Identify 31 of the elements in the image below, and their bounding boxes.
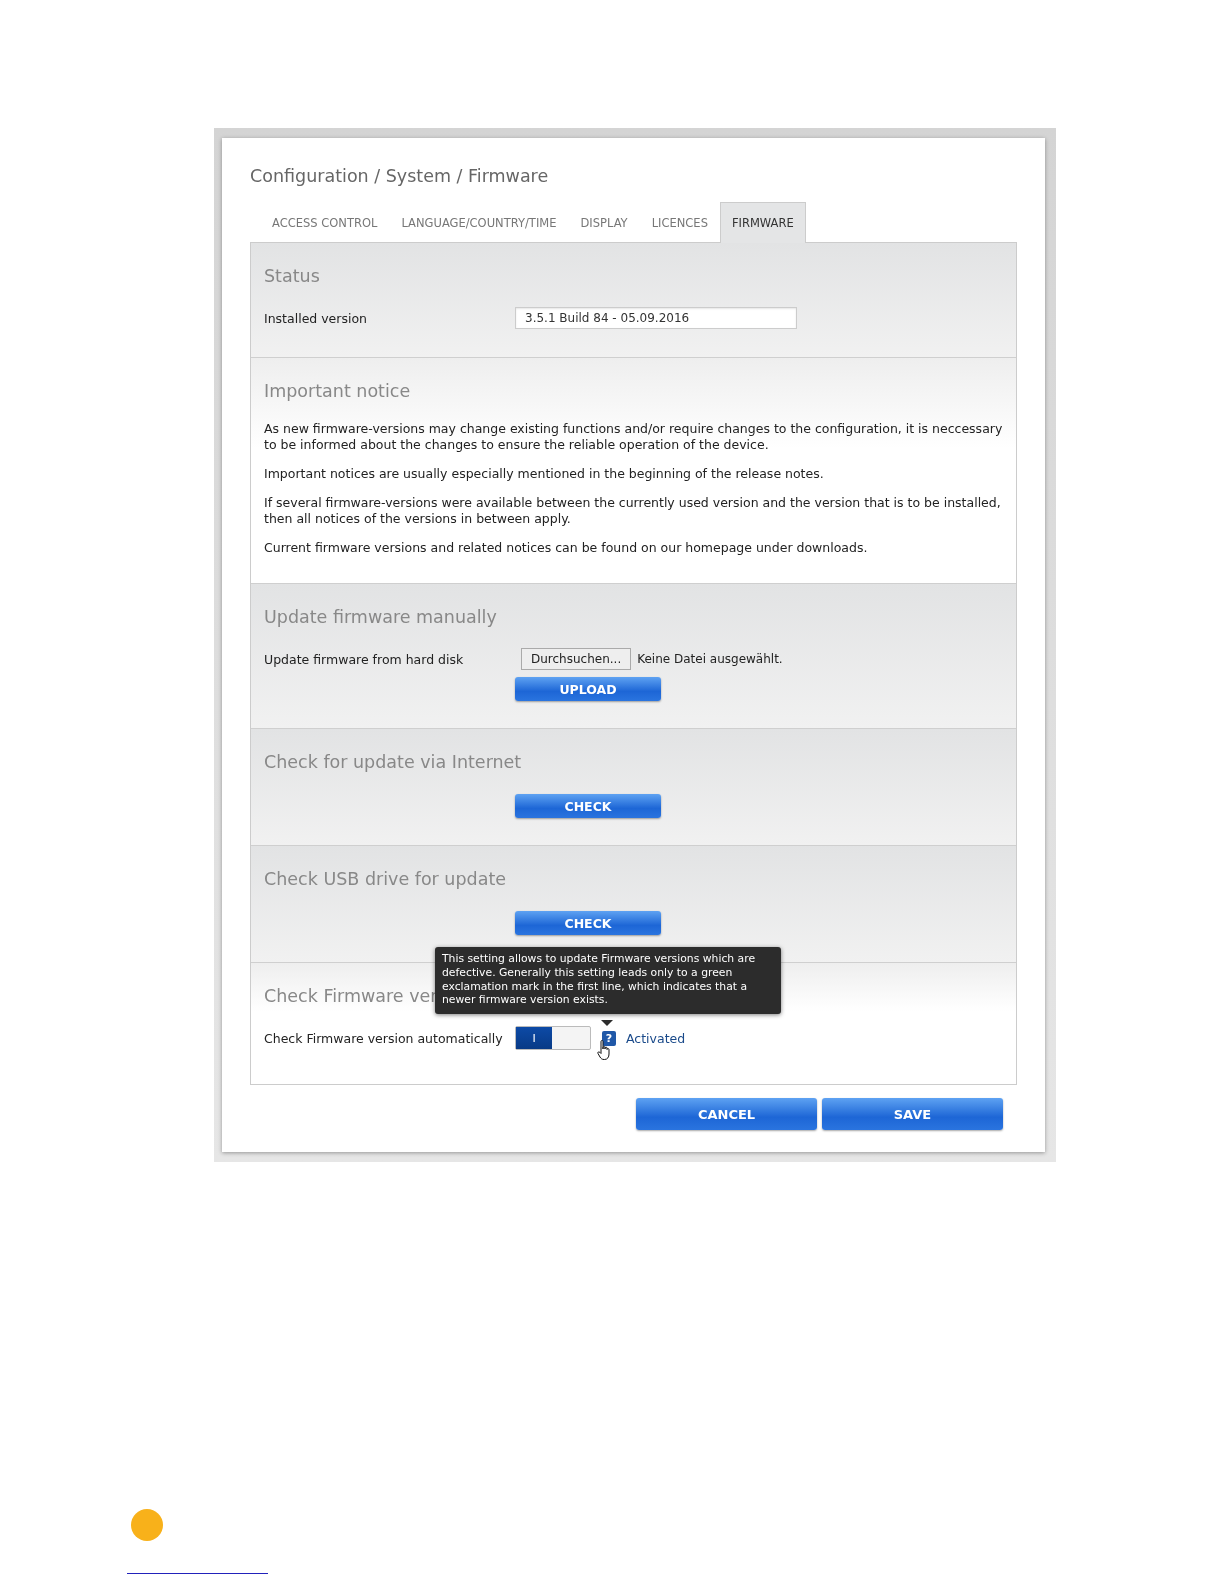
status-text: Activated	[626, 1030, 686, 1046]
notice-paragraph: Current firmware versions and related notices can be found on our homepage under downloads.	[264, 540, 869, 556]
tab[interactable]: ACCESS CONTROL	[260, 202, 390, 242]
breadcrumb: Configuration / System / Firmware	[250, 166, 550, 186]
footer-button[interactable]: SAVE	[822, 1098, 1003, 1130]
field-label: Installed version	[264, 310, 368, 326]
section-title: Check Firmware ver	[264, 986, 438, 1006]
tab[interactable]: LICENCES	[639, 202, 720, 242]
upload-button[interactable]: UPLOAD	[515, 677, 661, 701]
notice-paragraph: Important notices are usually especially mentioned in the beginning of the release notes.	[264, 466, 825, 482]
section-title: Update firmware manually	[264, 607, 497, 627]
section-title: Status	[264, 266, 320, 286]
field-label: Update firmware from hard disk	[264, 651, 465, 667]
help-button[interactable]: ?	[602, 1030, 616, 1046]
version-field[interactable]: 3.5.1 Build 84 - 05.09.2016	[515, 307, 797, 329]
notice-paragraph: As new firmware-versions may change existing functions and/or require changes to the configuration, it is neccessary to be informed about the changes to ensure the reliable operation of the device.	[264, 421, 1003, 453]
notice-paragraph: If several firmware-versions were available between the currently used version and the version that is to be installed, then all notices of the versions in between apply.	[264, 495, 1002, 527]
tab[interactable]: LANGUAGE/COUNTRY/TIME	[389, 202, 569, 242]
field-label: Check Firmware version automatically	[264, 1030, 504, 1046]
footer-button[interactable]: CANCEL	[636, 1098, 817, 1130]
section-title: Important notice	[264, 381, 411, 401]
section-title: Check for update via Internet	[264, 752, 522, 772]
tab[interactable]: DISPLAY	[568, 202, 640, 242]
toggle-switch[interactable]: I	[515, 1026, 591, 1050]
check-button[interactable]: CHECK	[515, 794, 661, 818]
tab[interactable]: FIRMWARE	[719, 202, 806, 243]
browse-button[interactable]: Durchsuchen...	[521, 648, 632, 670]
section-title: Check USB drive for update	[264, 869, 507, 889]
file-status: Keine Datei ausgewählt.	[637, 652, 783, 666]
tooltip: This setting allows to update Firmware versions which are defective. Generally this setting leads only to a green exclamation mark in the first line, which indicates that a newer firmware version exists.	[435, 947, 781, 1015]
check-button[interactable]: CHECK	[515, 911, 661, 935]
